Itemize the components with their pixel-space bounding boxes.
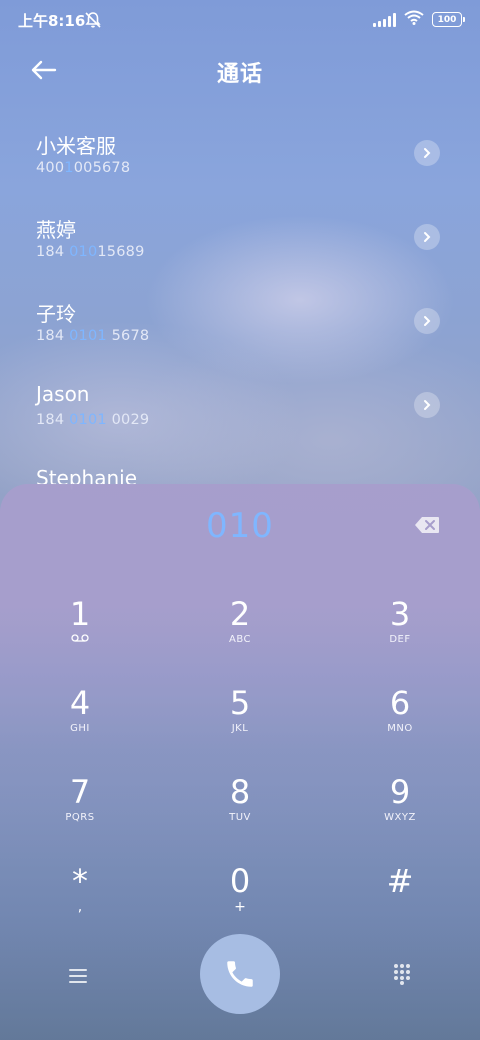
key-letters: , — [77, 899, 83, 915]
keypad: 1 2 ABC 3 DEF 4 GHI 5 JKL 6 MNO 7 PQRS 8… — [0, 596, 480, 952]
key-letters: PQRS — [65, 812, 95, 823]
key-digit: # — [386, 862, 414, 900]
chevron-right-icon[interactable] — [414, 392, 440, 418]
contact-number: 184 0101 5678 — [36, 328, 150, 344]
chevron-right-icon[interactable] — [414, 224, 440, 250]
backspace-icon — [415, 517, 439, 533]
key-3[interactable]: 3 DEF — [320, 596, 480, 685]
key-letters: GHI — [70, 723, 90, 734]
status-bar: 上午8:16 100 — [0, 0, 480, 42]
dialpad-toggle-button[interactable] — [388, 960, 416, 988]
contact-number: 184 01015689 — [36, 244, 145, 260]
key-digit: 1 — [69, 595, 91, 633]
key-letters: DEF — [389, 634, 411, 645]
dial-input[interactable]: 010 — [0, 506, 480, 546]
backspace-button[interactable] — [414, 516, 440, 534]
dialer-panel: 010 1 2 ABC 3 DEF 4 GHI 5 JKL 6 MNO 7 PQ… — [0, 484, 480, 1040]
contact-row[interactable]: Jason 184 0101 0029 — [0, 364, 480, 448]
contact-name: 子玲 — [36, 302, 76, 326]
key-letters: + — [234, 899, 246, 915]
battery-level: 100 — [437, 14, 457, 25]
wifi-icon — [404, 10, 424, 29]
key-6[interactable]: 6 MNO — [320, 685, 480, 774]
key-digit: 8 — [229, 773, 251, 811]
battery-icon: 100 — [432, 12, 465, 27]
contact-number: 4001005678 — [36, 160, 131, 176]
contact-row[interactable]: 子玲 184 0101 5678 — [0, 280, 480, 364]
key-letters: TUV — [229, 812, 251, 823]
key-digit: 7 — [69, 773, 91, 811]
phone-icon — [227, 961, 253, 987]
contact-name: Jason — [36, 382, 90, 406]
key-digit: 9 — [389, 773, 411, 811]
contact-name: 小米客服 — [36, 134, 116, 158]
key-4[interactable]: 4 GHI — [0, 685, 160, 774]
key-digit: 2 — [229, 595, 251, 633]
chevron-right-icon[interactable] — [414, 308, 440, 334]
voicemail-icon — [0, 634, 160, 645]
key-8[interactable]: 8 TUV — [160, 774, 320, 863]
key-letters: MNO — [387, 723, 413, 734]
signal-icon — [373, 12, 396, 27]
dialpad-icon — [394, 964, 410, 985]
key-digit: * — [72, 862, 88, 900]
key-digit: 6 — [389, 684, 411, 722]
header: 通话 — [0, 46, 480, 94]
contact-row[interactable]: 小米客服 4001005678 — [0, 112, 480, 196]
contact-name: 燕婷 — [36, 218, 76, 242]
key-5[interactable]: 5 JKL — [160, 685, 320, 774]
key-letters: ABC — [228, 634, 251, 645]
key-digit: 5 — [229, 684, 251, 722]
menu-button[interactable] — [64, 962, 92, 990]
key-9[interactable]: 9 WXYZ — [320, 774, 480, 863]
key-2[interactable]: 2 ABC — [160, 596, 320, 685]
mute-icon — [84, 11, 102, 29]
contact-row[interactable]: 燕婷 184 01015689 — [0, 196, 480, 280]
call-button[interactable] — [200, 934, 280, 1014]
page-title: 通话 — [216, 62, 263, 87]
contact-list: 小米客服 4001005678 燕婷 184 01015689 子玲 184 0… — [0, 112, 480, 532]
key-7[interactable]: 7 PQRS — [0, 774, 160, 863]
key-letters: JKL — [231, 723, 249, 734]
chevron-right-icon[interactable] — [414, 140, 440, 166]
key-digit: 4 — [69, 684, 91, 722]
key-letters: WXYZ — [384, 812, 416, 823]
status-icons: 100 — [373, 10, 465, 29]
status-time: 上午8:16 — [18, 12, 86, 30]
key-digit: 3 — [389, 595, 411, 633]
contact-number: 184 0101 0029 — [36, 412, 150, 428]
key-1[interactable]: 1 — [0, 596, 160, 685]
menu-icon — [69, 969, 87, 983]
key-digit: 0 — [229, 862, 251, 900]
dialer-bottom-bar — [0, 934, 480, 1016]
